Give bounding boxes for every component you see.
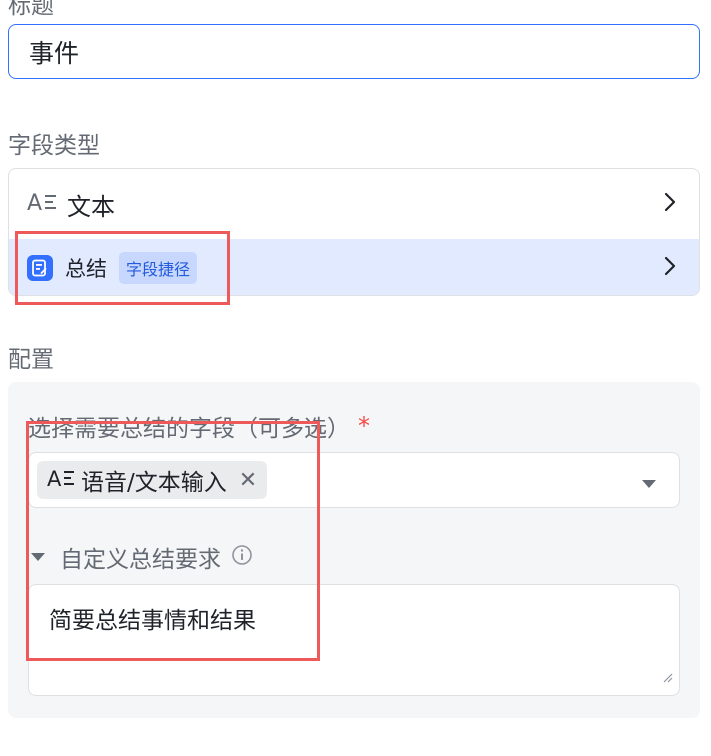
select-field-label-row: 选择需要总结的字段（可多选） * — [28, 409, 370, 443]
svg-text:A: A — [47, 467, 62, 491]
title-input-value: 事件 — [29, 38, 80, 68]
field-type-option-text[interactable]: A 文本 — [9, 169, 699, 239]
info-icon[interactable] — [231, 544, 253, 570]
select-field-label: 选择需要总结的字段（可多选） — [28, 416, 350, 442]
selected-field-tag: A 语音/文本输入 ✕ — [37, 461, 268, 499]
required-mark: * — [358, 412, 370, 440]
resize-handle-icon[interactable] — [661, 663, 673, 689]
caret-down-icon — [30, 548, 46, 567]
custom-requirements-text: 简要总结事情和结果 — [49, 608, 256, 634]
field-type-option-summary[interactable]: 总结 字段捷径 — [9, 239, 699, 295]
field-type-option-label: 总结 — [65, 256, 107, 281]
field-type-card: A 文本 总结 字段捷径 — [8, 168, 700, 296]
custom-requirements-textarea[interactable]: 简要总结事情和结果 — [28, 584, 680, 696]
caret-down-icon[interactable] — [641, 475, 657, 494]
title-input[interactable]: 事件 — [8, 24, 700, 79]
custom-requirements-toggle[interactable]: 自定义总结要求 — [30, 540, 253, 574]
field-type-section-label: 字段类型 — [8, 133, 100, 159]
field-shortcut-badge: 字段捷径 — [119, 251, 198, 284]
chevron-right-icon — [663, 255, 677, 281]
close-icon[interactable]: ✕ — [239, 468, 257, 493]
chevron-right-icon — [663, 191, 677, 217]
selected-field-tag-label: 语音/文本输入 — [81, 470, 227, 496]
field-type-option-label: 文本 — [67, 192, 115, 221]
summary-icon — [27, 254, 53, 281]
config-section-label: 配置 — [8, 347, 54, 373]
svg-text:A: A — [27, 191, 42, 216]
field-multi-select[interactable]: A 语音/文本输入 ✕ — [28, 452, 680, 508]
custom-requirements-label: 自定义总结要求 — [60, 547, 221, 573]
title-section-label: 标题 — [8, 0, 54, 19]
text-format-icon: A — [27, 188, 59, 220]
text-format-icon: A — [47, 465, 77, 495]
